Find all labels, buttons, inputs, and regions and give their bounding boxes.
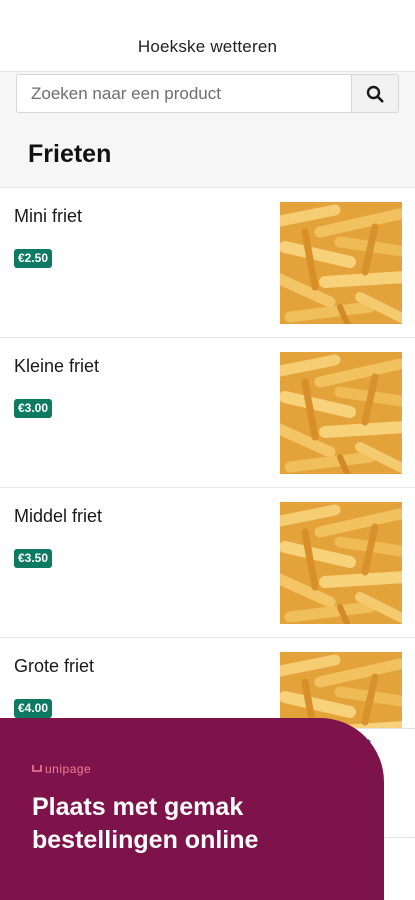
- price-badge: €3.00: [14, 399, 53, 418]
- menu-header: Frieten: [0, 72, 415, 188]
- brand-logo: unipage: [32, 762, 384, 776]
- price-badge: €2.50: [14, 249, 53, 268]
- promo-headline: Plaats met gemak bestellingen online: [32, 791, 332, 857]
- price-badge: €4.00: [14, 699, 53, 718]
- price-badge: €3.50: [14, 549, 53, 568]
- product-image: [280, 502, 402, 624]
- category-title: Frieten: [28, 140, 112, 168]
- brand-name: unipage: [45, 762, 92, 776]
- top-bar: Hoekske wetteren: [0, 0, 415, 72]
- product-item[interactable]: Kleine friet €3.00: [0, 338, 415, 488]
- search-input[interactable]: [17, 75, 351, 112]
- product-name: Middel friet: [14, 506, 103, 526]
- product-image: [280, 202, 402, 324]
- product-item[interactable]: Mini friet €2.50: [0, 188, 415, 338]
- product-name: Grote friet: [14, 656, 95, 676]
- shop-title: Hoekske wetteren: [137, 37, 278, 56]
- promo-headline-line: bestellingen online: [32, 826, 259, 854]
- product-item[interactable]: Middel friet €3.50: [0, 488, 415, 638]
- promo-headline-line: Plaats met gemak: [32, 793, 244, 821]
- promo-banner[interactable]: unipage Plaats met gemak bestellingen on…: [0, 718, 384, 900]
- product-image: [280, 352, 402, 474]
- product-name: Mini friet: [14, 206, 83, 226]
- product-name: Kleine friet: [14, 356, 100, 376]
- search-button[interactable]: [351, 75, 398, 112]
- product-list: Mini friet €2.50 Kleine friet €3.00 Midd…: [0, 188, 415, 788]
- unipage-logo-icon: [32, 765, 42, 772]
- search-bar: [16, 74, 399, 113]
- search-icon: [366, 85, 384, 103]
